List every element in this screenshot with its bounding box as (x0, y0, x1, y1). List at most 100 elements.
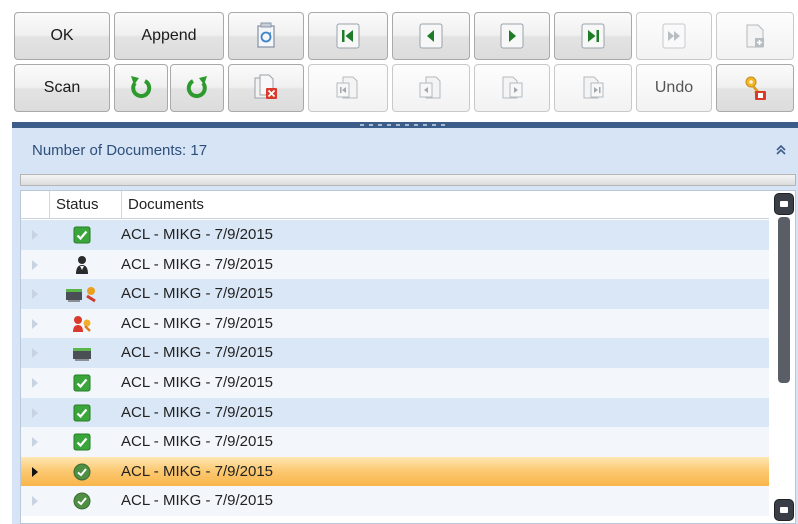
table-row[interactable]: ACL - MIKG - 7/9/2015 (21, 279, 769, 310)
scroll-down-icon (780, 507, 788, 513)
next-icon (500, 23, 524, 49)
previous-icon (419, 23, 443, 49)
rotate-left-icon (131, 76, 152, 99)
row-indicator[interactable] (21, 457, 49, 487)
fast-forward-icon (662, 23, 686, 49)
move-next-icon (502, 76, 523, 99)
row-indicator[interactable] (21, 279, 49, 309)
table-row[interactable]: ACL - MIKG - 7/9/2015 (21, 456, 769, 487)
toolbar: OK Append Scan Undo (0, 0, 798, 122)
document-name: ACL - MIKG - 7/9/2015 (121, 255, 274, 273)
ok-label: OK (50, 27, 74, 44)
document-name: ACL - MIKG - 7/9/2015 (121, 285, 274, 303)
column-header-status[interactable]: Status (49, 191, 121, 219)
move-next-button[interactable] (474, 64, 550, 112)
row-arrow-icon (32, 348, 38, 359)
release-button[interactable] (716, 64, 794, 112)
row-indicator[interactable] (21, 309, 49, 339)
scroll-up-button[interactable] (774, 193, 794, 215)
document-name: ACL - MIKG - 7/9/2015 (121, 403, 274, 421)
table-row[interactable]: ACL - MIKG - 7/9/2015 (21, 368, 769, 398)
fast-forward-button[interactable] (636, 12, 712, 60)
scan-button[interactable]: Scan (14, 64, 110, 112)
table-row[interactable]: ACL - MIKG - 7/9/2015 (21, 427, 769, 458)
splitter-grip[interactable] (360, 124, 450, 126)
scroll-thumb[interactable] (778, 217, 790, 383)
rotate-left-button[interactable] (114, 64, 168, 112)
next-button[interactable] (474, 12, 550, 60)
document-name: ACL - MIKG - 7/9/2015 (121, 492, 274, 510)
check-icon (49, 220, 115, 250)
row-indicator[interactable] (21, 338, 49, 368)
row-indicator[interactable] (21, 427, 49, 457)
rotate-right-icon (186, 76, 207, 99)
move-last-icon (583, 76, 604, 99)
move-first-button[interactable] (308, 64, 388, 112)
row-arrow-icon (32, 407, 38, 418)
move-first-icon (336, 76, 358, 99)
row-arrow-icon (32, 230, 38, 240)
table-row[interactable]: ACL - MIKG - 7/9/2015 (21, 397, 769, 428)
add-page-button[interactable] (716, 12, 794, 60)
row-indicator[interactable] (21, 486, 49, 516)
append-button[interactable]: Append (114, 12, 224, 60)
delete-page-icon (254, 74, 277, 99)
last-button[interactable] (554, 12, 632, 60)
page-refresh-icon (257, 22, 275, 48)
row-arrow-icon (32, 496, 38, 507)
document-name: ACL - MIKG - 7/9/2015 (121, 344, 274, 362)
table-row[interactable]: ACL - MIKG - 7/9/2015 (21, 486, 769, 517)
document-name: ACL - MIKG - 7/9/2015 (121, 462, 274, 480)
document-name: ACL - MIKG - 7/9/2015 (121, 314, 274, 332)
row-arrow-icon (32, 259, 38, 270)
delete-page-button[interactable] (228, 64, 304, 112)
row-indicator[interactable] (21, 220, 49, 250)
undo-label: Undo (654, 79, 694, 96)
check-icon (49, 398, 115, 428)
row-arrow-icon (32, 318, 38, 329)
ok-circle-icon (49, 457, 115, 487)
grid-header: Status Documents (21, 191, 769, 219)
scroll-up-icon (780, 201, 788, 207)
vertical-scrollbar[interactable] (773, 193, 795, 523)
person-icon (49, 250, 115, 280)
document-name: ACL - MIKG - 7/9/2015 (121, 374, 274, 391)
scroll-down-button[interactable] (774, 499, 794, 521)
current-row-arrow-icon (32, 466, 38, 477)
scanner-icon (49, 338, 115, 368)
scan-label: Scan (43, 79, 81, 96)
table-row[interactable]: ACL - MIKG - 7/9/2015 (21, 308, 769, 339)
rotate-right-button[interactable] (170, 64, 224, 112)
row-indicator[interactable] (21, 250, 49, 280)
refresh-page-button[interactable] (228, 12, 304, 60)
row-arrow-icon (32, 289, 38, 300)
column-header-documents[interactable]: Documents (121, 191, 769, 219)
move-previous-icon (419, 76, 441, 99)
table-row[interactable]: ACL - MIKG - 7/9/2015 (21, 249, 769, 280)
document-name: ACL - MIKG - 7/9/2015 (121, 433, 274, 451)
table-row[interactable]: ACL - MIKG - 7/9/2015 (21, 220, 769, 250)
undo-button[interactable]: Undo (636, 64, 712, 112)
append-label: Append (141, 27, 197, 44)
move-last-button[interactable] (554, 64, 632, 112)
collapse-up-icon[interactable] (774, 143, 788, 157)
row-indicator[interactable] (21, 398, 49, 428)
last-icon (581, 23, 605, 49)
first-button[interactable] (308, 12, 388, 60)
documents-grid: Status Documents ACL - MIKG - 7/9/2015 AC… (20, 190, 796, 524)
panel-header: Number of Documents: 17 (12, 128, 798, 172)
check-icon (49, 427, 115, 457)
user-key-icon (49, 309, 115, 339)
previous-button[interactable] (392, 12, 470, 60)
document-name: ACL - MIKG - 7/9/2015 (121, 226, 274, 243)
key-stamp-icon (745, 76, 766, 100)
row-indicator[interactable] (21, 368, 49, 398)
scanner-key-icon (49, 279, 115, 309)
row-arrow-icon (32, 437, 38, 448)
table-row[interactable]: ACL - MIKG - 7/9/2015 (21, 338, 769, 369)
move-previous-button[interactable] (392, 64, 470, 112)
documents-panel: Number of Documents: 17 Status Documents… (12, 128, 798, 524)
ok-button[interactable]: OK (14, 12, 110, 60)
add-page-icon (746, 24, 764, 48)
first-icon (336, 23, 360, 49)
